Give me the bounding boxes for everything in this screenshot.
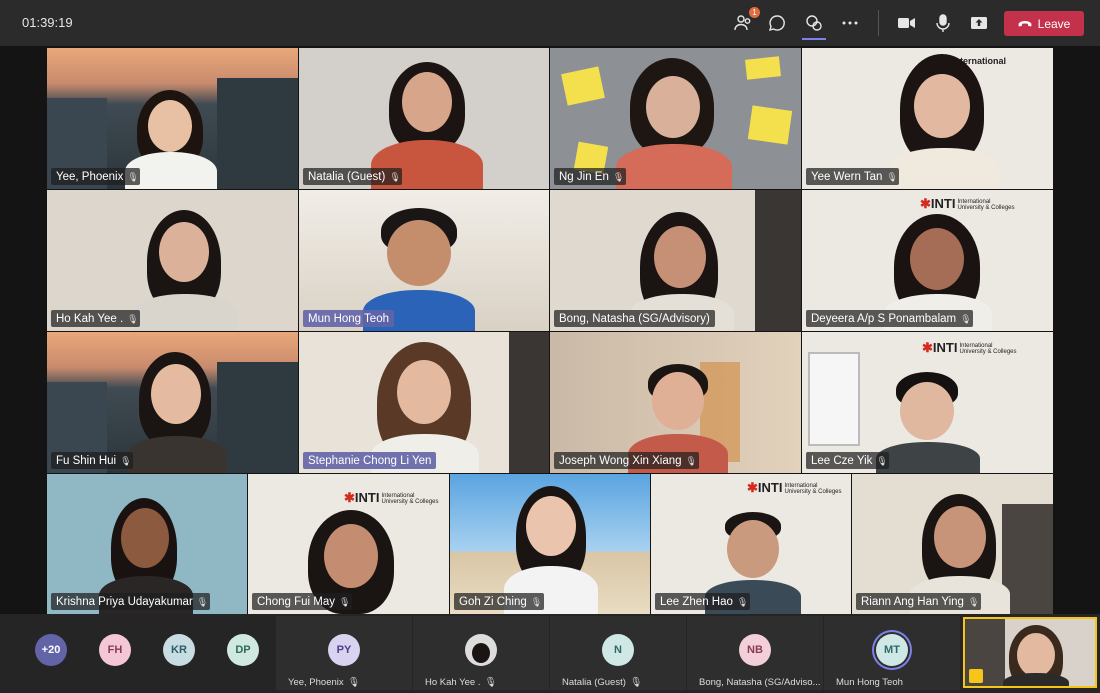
participant-name-tag: Joseph Wong Xin Xiang 🎙 bbox=[554, 452, 699, 469]
mic-off-icon: 🎙 bbox=[530, 596, 543, 607]
participant-name-tag: Deyeera A/p S Ponambalam 🎙 bbox=[806, 310, 974, 327]
mic-off-icon: 🎙 bbox=[120, 455, 132, 466]
avatar[interactable]: KR bbox=[163, 634, 195, 666]
video-tile[interactable]: ✱INTI International University & Colleges … bbox=[802, 332, 1053, 473]
video-tile[interactable]: Ho Kah Yee . 🎙 bbox=[47, 190, 298, 331]
camera-icon[interactable] bbox=[894, 12, 918, 34]
overflow-count-chip[interactable]: +20 bbox=[35, 634, 67, 666]
self-view-tile[interactable] bbox=[963, 617, 1097, 688]
participant-name-tag: Ho Kah Yee . 🎙 bbox=[51, 310, 141, 327]
mic-off-icon: 🎙 bbox=[685, 455, 697, 466]
video-tile[interactable]: Goh Zi Ching 🎙 bbox=[450, 474, 650, 614]
participant-cell[interactable]: Ho Kah Yee . 🎙 bbox=[413, 616, 549, 690]
mic-off-icon: 🎙 bbox=[629, 677, 642, 688]
participant-name-tag: Fu Shin Hui 🎙 bbox=[51, 452, 134, 469]
mic-off-icon: 🎙 bbox=[127, 171, 139, 182]
avatar[interactable]: FH bbox=[99, 634, 131, 666]
avatar: NB bbox=[739, 634, 771, 666]
mic-off-icon: 🎙 bbox=[484, 677, 497, 688]
mic-off-icon: 🎙 bbox=[876, 455, 888, 466]
video-tile[interactable]: ✱INTI International University & Colleges … bbox=[651, 474, 851, 614]
video-tile[interactable]: Riann Ang Han Ying 🎙 bbox=[852, 474, 1053, 614]
participant-name-tag: Goh Zi Ching 🎙 bbox=[454, 593, 544, 610]
video-tile[interactable]: Yee, Phoenix 🎙 bbox=[47, 48, 298, 189]
more-icon[interactable] bbox=[838, 12, 862, 34]
participant-name-tag: Chong Fui May 🎙 bbox=[252, 593, 352, 610]
participant-label: Natalia (Guest) 🎙 bbox=[562, 677, 642, 688]
video-tile[interactable]: Joseph Wong Xin Xiang 🎙 bbox=[550, 332, 801, 473]
participant-name-tag: Ng Jin En 🎙 bbox=[554, 168, 626, 185]
participant-label: Mun Hong Teoh bbox=[836, 677, 903, 688]
participant-strip: +20 FH KR DP PY Yee, Phoenix 🎙 Ho Kah Yee… bbox=[0, 614, 1100, 693]
mic-off-icon: 🎙 bbox=[960, 313, 972, 324]
video-tile[interactable]: Krishna Priya Udayakumar 🎙 bbox=[47, 474, 247, 614]
participant-cell[interactable]: NB Bong, Natasha (SG/Adviso... bbox=[687, 616, 823, 690]
avatar bbox=[465, 634, 497, 666]
inti-logo: ✱INTI International University & Colleges bbox=[747, 480, 842, 495]
toolbar-divider bbox=[878, 10, 879, 36]
chat-icon[interactable] bbox=[765, 12, 789, 34]
mic-off-icon: 🎙 bbox=[967, 596, 980, 607]
video-tile[interactable]: Mun Hong Teoh bbox=[299, 190, 549, 331]
video-tile[interactable]: ✱INTI International University & Colleges … bbox=[248, 474, 449, 614]
people-icon[interactable]: 1 bbox=[731, 7, 760, 34]
mic-off-icon: 🎙 bbox=[612, 171, 625, 182]
mic-off-icon: 🎙 bbox=[736, 596, 749, 607]
leave-button[interactable]: Leave bbox=[1004, 11, 1084, 36]
participant-name-tag: Natalia (Guest) 🎙 bbox=[303, 168, 403, 185]
video-tile[interactable]: Bong, Natasha (SG/Advisory) bbox=[550, 190, 801, 331]
participant-name-tag: Yee Wern Tan 🎙 bbox=[806, 168, 900, 185]
participant-name-tag: Riann Ang Han Ying 🎙 bbox=[856, 593, 981, 610]
participant-cell[interactable]: N Natalia (Guest) 🎙 bbox=[550, 616, 686, 690]
participant-name-tag: Stephanie Chong Li Yen bbox=[303, 452, 437, 469]
avatar: N bbox=[602, 634, 634, 666]
mic-off-icon: 🎙 bbox=[338, 596, 351, 607]
meeting-timer: 01:39:19 bbox=[22, 15, 73, 30]
participant-name-tag: Krishna Priya Udayakumar 🎙 bbox=[51, 593, 210, 610]
participant-label: Yee, Phoenix 🎙 bbox=[288, 677, 360, 688]
inti-logo: ✱INTI International University & Colleges bbox=[922, 340, 1017, 355]
participant-name-tag: Bong, Natasha (SG/Advisory) bbox=[554, 310, 715, 327]
participant-name-tag: Lee Cze Yik 🎙 bbox=[806, 452, 890, 469]
video-tile[interactable]: Stephanie Chong Li Yen bbox=[299, 332, 549, 473]
video-tile[interactable]: International Yee Wern Tan 🎙 bbox=[802, 48, 1053, 189]
mic-off-icon: 🎙 bbox=[389, 171, 401, 182]
participant-name-tag: Lee Zhen Hao 🎙 bbox=[655, 593, 750, 610]
leave-label: Leave bbox=[1037, 16, 1071, 31]
video-tile[interactable]: Ng Jin En 🎙 bbox=[550, 48, 801, 189]
mic-off-icon: 🎙 bbox=[347, 677, 360, 688]
share-icon[interactable] bbox=[967, 12, 991, 34]
participant-name-tag: Yee, Phoenix 🎙 bbox=[51, 168, 141, 185]
participant-cell[interactable]: MT Mun Hong Teoh bbox=[824, 616, 960, 690]
inti-logo: ✱INTI International University & Colleges bbox=[344, 490, 439, 505]
mic-off-icon: 🎙 bbox=[886, 171, 898, 182]
participant-label: Ho Kah Yee . 🎙 bbox=[425, 677, 497, 688]
video-tile[interactable]: Fu Shin Hui 🎙 bbox=[47, 332, 298, 473]
participants-badge: 1 bbox=[749, 7, 760, 18]
video-stage: Yee, Phoenix 🎙 Natalia (Guest) 🎙 Ng Jin En… bbox=[0, 46, 1100, 614]
participant-cell[interactable]: PY Yee, Phoenix 🎙 bbox=[276, 616, 412, 690]
avatar: PY bbox=[328, 634, 360, 666]
avatar: MT bbox=[876, 634, 908, 666]
avatar[interactable]: DP bbox=[227, 634, 259, 666]
participant-name-tag: Mun Hong Teoh bbox=[303, 310, 394, 327]
raise-hand-icon bbox=[969, 669, 983, 683]
meeting-toolbar: 01:39:19 1 Leave bbox=[0, 0, 1100, 46]
participant-label: Bong, Natasha (SG/Adviso... bbox=[699, 677, 821, 688]
mic-icon[interactable] bbox=[931, 12, 955, 34]
reactions-icon[interactable] bbox=[802, 12, 826, 40]
mic-off-icon: 🎙 bbox=[196, 596, 209, 607]
inti-logo: ✱INTI International University & Colleges bbox=[920, 196, 1015, 211]
phone-icon bbox=[1018, 20, 1032, 28]
mic-off-icon: 🎙 bbox=[127, 313, 139, 324]
video-tile[interactable]: ✱INTI International University & Colleges … bbox=[802, 190, 1053, 331]
video-tile[interactable]: Natalia (Guest) 🎙 bbox=[299, 48, 549, 189]
